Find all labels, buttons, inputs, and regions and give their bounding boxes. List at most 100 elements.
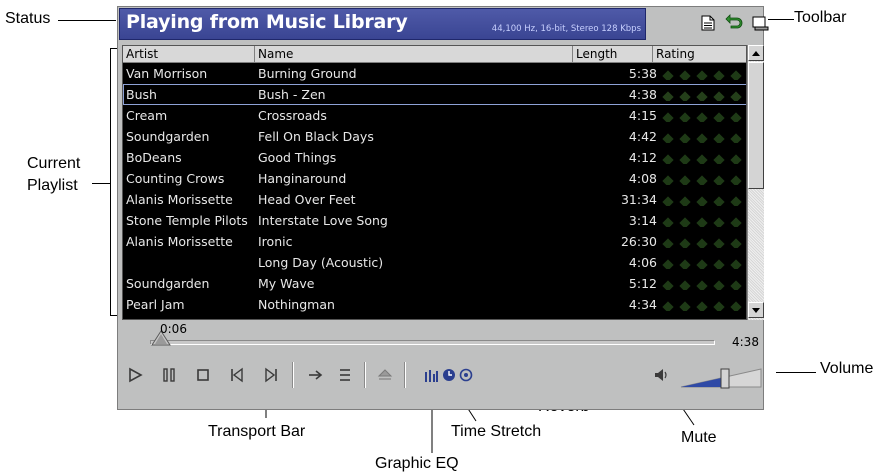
rating-stars[interactable] [657,299,746,311]
rating-diamond-icon[interactable] [696,70,708,80]
rating-diamond-icon[interactable] [713,112,725,122]
table-row[interactable]: Counting Crows Hanginaround 4:08 [123,168,746,189]
volume-thumb[interactable] [720,368,730,389]
rating-diamond-icon[interactable] [679,133,691,143]
rating-diamond-icon[interactable] [679,238,691,248]
rating-diamond-icon[interactable] [662,70,674,80]
rating-diamond-icon[interactable] [730,133,742,143]
rating-stars[interactable] [657,236,746,248]
play-button[interactable] [124,364,146,386]
back-arrow-icon[interactable] [722,12,746,34]
rating-diamond-icon[interactable] [730,70,742,80]
time-stretch-button[interactable] [440,364,458,386]
rating-diamond-icon[interactable] [679,301,691,311]
rating-diamond-icon[interactable] [662,301,674,311]
scroll-thumb[interactable] [748,62,764,189]
rating-diamond-icon[interactable] [713,70,725,80]
rating-diamond-icon[interactable] [713,154,725,164]
table-row[interactable]: Cream Crossroads 4:15 [123,105,746,126]
column-header-name[interactable]: Name [255,46,573,63]
rating-diamond-icon[interactable] [662,259,674,269]
reverb-button[interactable] [457,364,475,386]
table-row[interactable]: Bush Bush - Zen 4:38 [123,84,746,105]
column-header-artist[interactable]: Artist [123,46,255,63]
rating-diamond-icon[interactable] [730,301,742,311]
volume-slider[interactable] [680,365,762,389]
rating-diamond-icon[interactable] [696,280,708,290]
rating-diamond-icon[interactable] [679,70,691,80]
rating-diamond-icon[interactable] [679,196,691,206]
rating-stars[interactable] [657,131,746,143]
rating-stars[interactable] [657,173,746,185]
playlist-scrollbar[interactable] [747,45,764,320]
rating-diamond-icon[interactable] [662,280,674,290]
rating-diamond-icon[interactable] [662,112,674,122]
rating-diamond-icon[interactable] [662,175,674,185]
document-icon[interactable] [696,12,720,34]
rating-diamond-icon[interactable] [696,217,708,227]
rating-diamond-icon[interactable] [713,238,725,248]
rating-diamond-icon[interactable] [696,301,708,311]
rating-stars[interactable] [657,194,746,206]
rating-diamond-icon[interactable] [713,133,725,143]
scroll-up-button[interactable] [748,45,764,61]
eject-button[interactable] [374,364,396,386]
pause-button[interactable] [158,364,180,386]
rating-diamond-icon[interactable] [713,301,725,311]
rating-diamond-icon[interactable] [696,91,708,101]
rating-diamond-icon[interactable] [696,238,708,248]
rating-diamond-icon[interactable] [696,133,708,143]
table-row[interactable]: Stone Temple Pilots Interstate Love Song 3… [123,210,746,231]
rating-stars[interactable] [657,257,746,269]
rating-stars[interactable] [657,152,746,164]
mute-button[interactable] [650,364,672,386]
rating-diamond-icon[interactable] [679,259,691,269]
window-icon[interactable] [748,12,772,34]
seek-bar[interactable] [150,340,715,345]
rating-diamond-icon[interactable] [713,175,725,185]
rating-diamond-icon[interactable] [662,196,674,206]
table-row[interactable]: Pearl Jam Nothingman 4:34 [123,294,746,315]
table-row[interactable]: Alanis Morissette Ironic 26:30 [123,231,746,252]
rating-diamond-icon[interactable] [679,91,691,101]
table-row[interactable]: Alanis Morissette Head Over Feet 31:34 [123,189,746,210]
rating-diamond-icon[interactable] [696,259,708,269]
current-playlist[interactable]: Artist Name Length Rating Van Morrison Bu… [122,45,747,320]
column-header-length[interactable]: Length [573,46,653,63]
rating-diamond-icon[interactable] [679,112,691,122]
rating-diamond-icon[interactable] [730,91,742,101]
rating-diamond-icon[interactable] [679,175,691,185]
stop-button[interactable] [192,364,214,386]
graphic-eq-button[interactable] [422,364,440,386]
rating-diamond-icon[interactable] [713,259,725,269]
rating-diamond-icon[interactable] [730,280,742,290]
table-row[interactable]: Soundgarden Fell On Black Days 4:42 [123,126,746,147]
rating-diamond-icon[interactable] [730,196,742,206]
table-row[interactable]: Soundgarden My Wave 5:12 [123,273,746,294]
rating-diamond-icon[interactable] [679,154,691,164]
playlist-button[interactable] [334,364,356,386]
rating-diamond-icon[interactable] [696,154,708,164]
rating-stars[interactable] [657,110,746,122]
rating-stars[interactable] [657,278,746,290]
rating-diamond-icon[interactable] [662,91,674,101]
rating-diamond-icon[interactable] [730,259,742,269]
previous-track-button[interactable] [226,364,248,386]
rating-diamond-icon[interactable] [730,154,742,164]
rating-diamond-icon[interactable] [679,280,691,290]
column-header-rating[interactable]: Rating [653,46,746,63]
rating-diamond-icon[interactable] [730,217,742,227]
rating-diamond-icon[interactable] [730,238,742,248]
table-row[interactable]: Van Morrison Burning Ground 5:38 [123,63,746,84]
rating-diamond-icon[interactable] [662,217,674,227]
rating-diamond-icon[interactable] [713,280,725,290]
rating-diamond-icon[interactable] [662,133,674,143]
rating-diamond-icon[interactable] [662,238,674,248]
rating-diamond-icon[interactable] [713,196,725,206]
rating-diamond-icon[interactable] [713,91,725,101]
rating-stars[interactable] [657,68,746,80]
rating-stars[interactable] [657,215,746,227]
next-track-button[interactable] [260,364,282,386]
rating-diamond-icon[interactable] [730,175,742,185]
rating-diamond-icon[interactable] [696,196,708,206]
